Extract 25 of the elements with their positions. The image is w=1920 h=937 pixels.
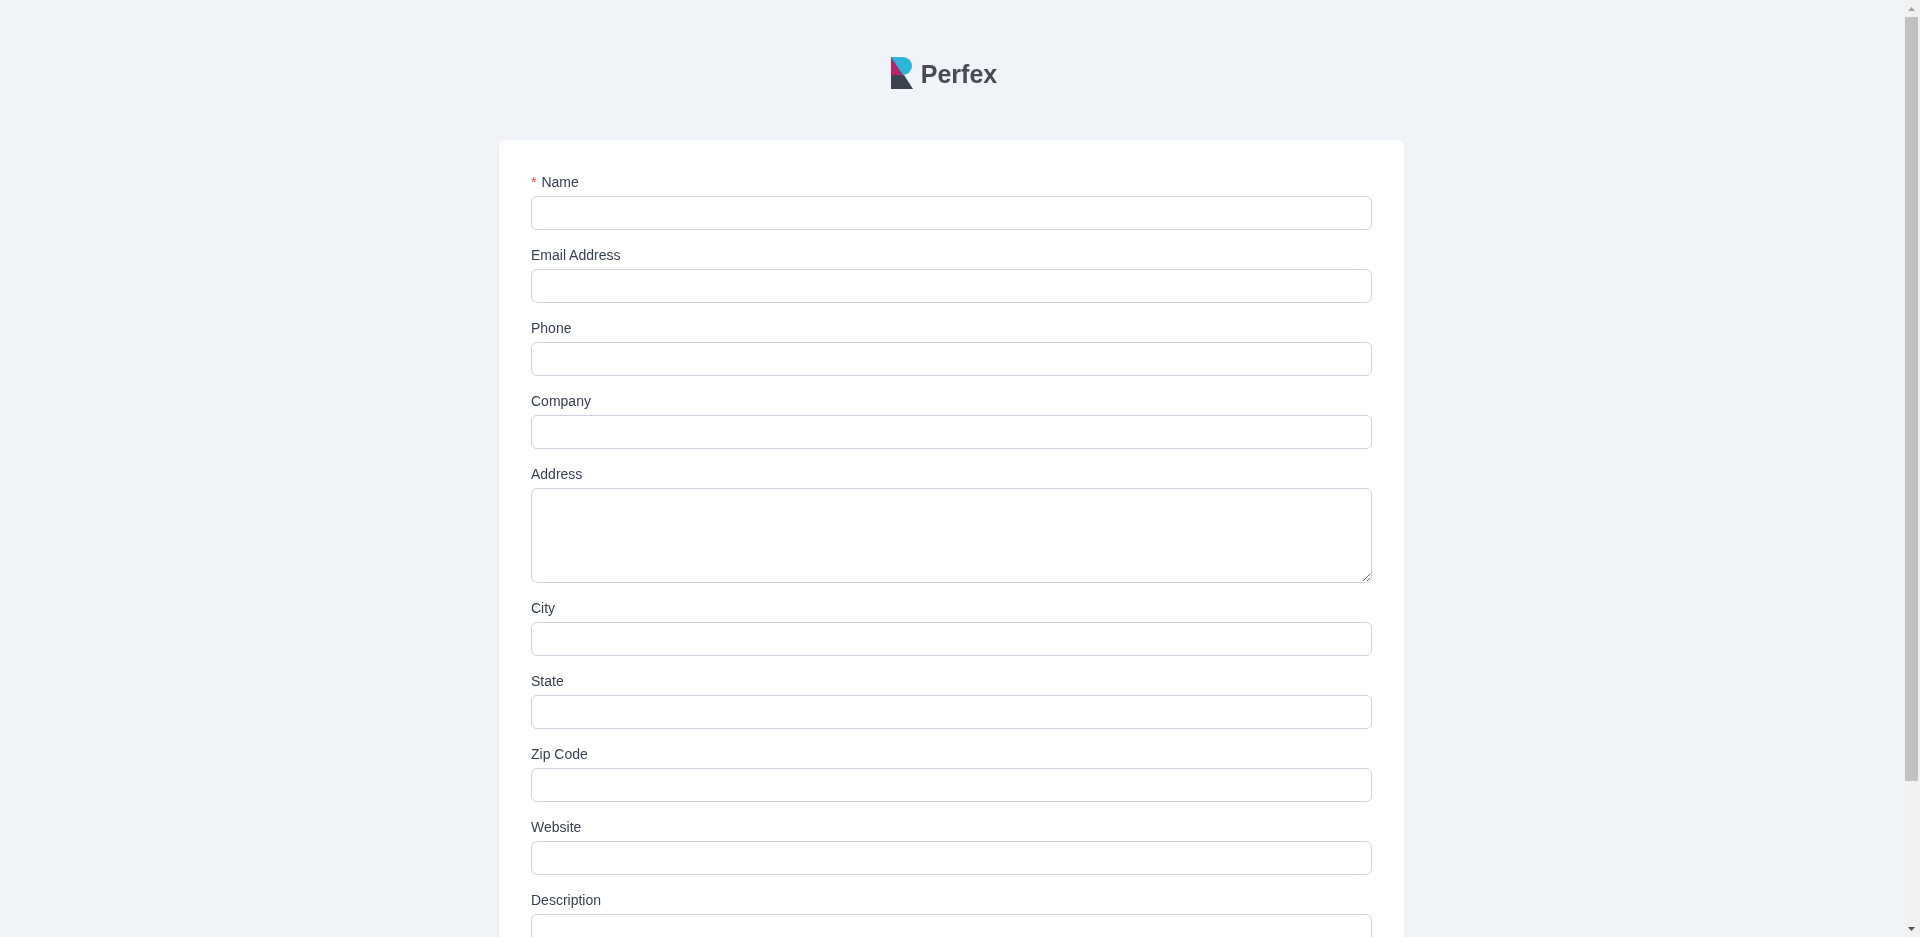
input-field[interactable] <box>531 342 1372 376</box>
field-label: Company <box>531 392 591 411</box>
field-label: City <box>531 599 556 618</box>
field-label: Name <box>541 173 579 192</box>
scroll-up-icon[interactable] <box>1908 7 1915 11</box>
scroll-down-icon[interactable] <box>1908 927 1915 931</box>
textarea-field[interactable] <box>531 488 1372 583</box>
field-label: Address <box>531 465 583 484</box>
input-field[interactable] <box>531 622 1372 656</box>
input-field[interactable] <box>531 695 1372 729</box>
input-field[interactable] <box>531 269 1372 303</box>
logo-icon <box>890 57 913 89</box>
logo-text: Perfex <box>920 59 998 90</box>
field-label: Description <box>531 891 602 910</box>
input-field[interactable] <box>531 196 1372 230</box>
field-label: Phone <box>531 319 572 338</box>
input-field[interactable] <box>531 415 1372 449</box>
required-mark: * <box>531 173 537 192</box>
field-label: Zip Code <box>531 745 588 764</box>
input-field[interactable] <box>531 841 1372 875</box>
field-label: State <box>531 672 564 691</box>
scrollbar-thumb[interactable] <box>1905 17 1918 781</box>
field-label: Website <box>531 818 582 837</box>
field-label: Email Address <box>531 246 621 265</box>
input-field[interactable] <box>531 768 1372 802</box>
